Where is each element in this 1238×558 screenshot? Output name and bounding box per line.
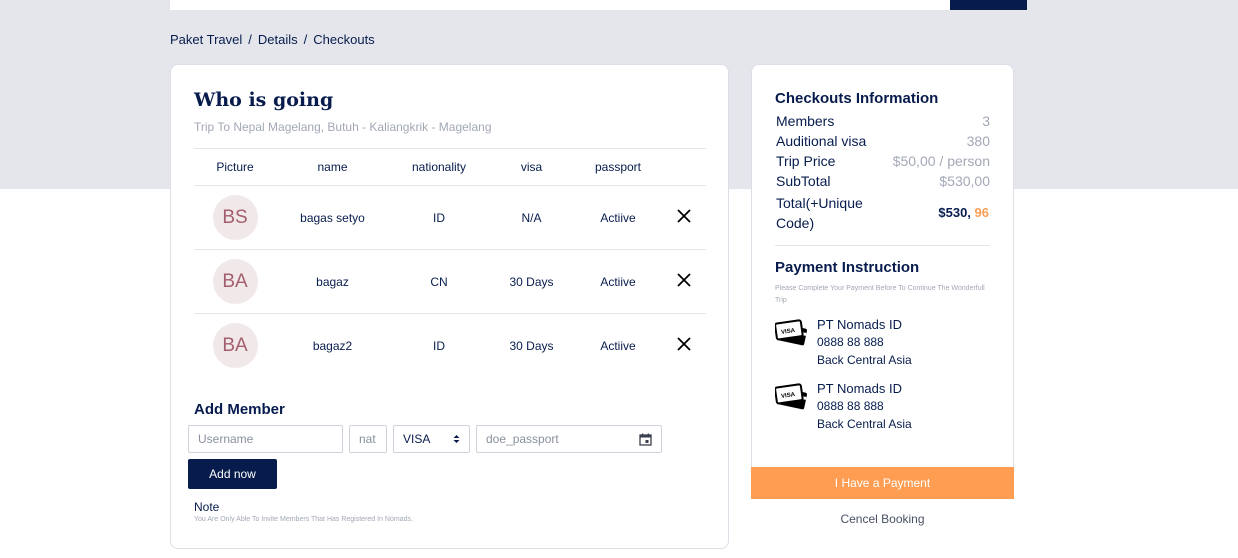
member-nationality: CN (389, 249, 489, 314)
who-is-going-card: Who is going Trip To Nepal Magelang, But… (170, 64, 729, 549)
column-header-actions (662, 148, 706, 186)
checkout-information-card: Checkouts Information Members 3 Audition… (751, 64, 1014, 498)
i-have-payment-button[interactable]: I Have a Payment (751, 467, 1014, 499)
visa-select[interactable]: VISA (393, 425, 470, 453)
bank-name: PT Nomads ID (817, 317, 903, 332)
breadcrumb-separator: / (303, 32, 308, 47)
total-unique-code: 96 (974, 205, 989, 220)
member-nationality: ID (433, 338, 445, 353)
info-row-visa: Auditional visa 380 (776, 133, 990, 149)
info-value: $50,00 / person (892, 153, 990, 169)
breadcrumb: Paket Travel / Details / Checkouts (170, 32, 375, 47)
member-passport: Actiive (600, 338, 636, 353)
breadcrumb-item-details[interactable]: Details (258, 32, 298, 47)
add-now-button[interactable]: Add now (188, 459, 277, 489)
info-row-subtotal: SubTotal $530,00 (776, 173, 990, 189)
member-name: bagas setyo (276, 185, 389, 250)
bank-name: PT Nomads ID (817, 381, 903, 396)
column-header-picture: Picture (194, 148, 276, 186)
info-label: Trip Price (776, 153, 836, 169)
cancel-booking-link[interactable]: Cencel Booking (751, 512, 1014, 526)
info-label: Members (776, 113, 835, 129)
credit-card-icon: VISA (775, 319, 807, 346)
member-name: bagaz2 (312, 338, 353, 353)
breadcrumb-item-paket-travel[interactable]: Paket Travel (170, 32, 242, 47)
info-value: 3 (982, 113, 990, 129)
table-header-row: Picture name nationality visa passport (194, 148, 706, 186)
member-visa: N/A (489, 185, 574, 250)
info-label: Auditional visa (776, 133, 867, 149)
close-icon[interactable] (677, 273, 691, 287)
column-header-name: name (276, 148, 389, 186)
table-row: BA bagaz CN 30 Days Actiive (194, 249, 706, 314)
info-value: 380 (966, 133, 990, 149)
page-title: Who is going (194, 89, 334, 111)
member-visa: 30 Days (509, 338, 554, 353)
bank-account: VISA PT Nomads ID 0888 88 888 Back Centr… (775, 381, 995, 437)
avatar: BS (212, 195, 258, 240)
column-header-passport: passport (574, 148, 662, 186)
members-table: Picture name nationality visa passport B… (194, 148, 706, 378)
info-label: SubTotal (776, 173, 831, 189)
column-header-nationality: nationality (389, 148, 489, 186)
payment-instruction-title: Payment Instruction (775, 259, 920, 276)
visa-select-value: VISA (403, 432, 431, 446)
avatar: BA (212, 323, 258, 369)
passport-placeholder: doe_passport (486, 432, 559, 446)
column-header-visa: visa (489, 148, 574, 186)
bank-account: VISA PT Nomads ID 0888 88 888 Back Centr… (775, 317, 995, 373)
divider (775, 245, 990, 246)
total-value: $530, 96 (938, 205, 989, 220)
trip-subtitle: Trip To Nepal Magelang, Butuh - Kaliangk… (194, 120, 492, 134)
select-arrows-icon (453, 435, 460, 443)
payment-description: Please Complete Your Payment Before To C… (775, 285, 985, 304)
note-title: Note (194, 500, 220, 514)
member-visa: 30 Days (489, 249, 574, 314)
bank-branch: Back Central Asia (817, 417, 912, 431)
bank-number: 0888 88 888 (817, 335, 884, 349)
passport-date-input[interactable]: doe_passport (476, 425, 662, 453)
member-nationality: ID (389, 185, 489, 250)
top-bar-strip (170, 0, 950, 10)
nationality-input[interactable]: nat (349, 425, 387, 453)
checkout-title: Checkouts Information (775, 90, 939, 107)
bank-number: 0888 88 888 (817, 399, 884, 413)
close-icon[interactable] (677, 209, 691, 223)
close-icon[interactable] (677, 337, 691, 351)
info-row-trip-price: Trip Price $50,00 / person (776, 153, 990, 169)
member-name: bagaz (276, 249, 389, 314)
table-row: BS bagas setyo ID N/A Actiive (194, 185, 706, 250)
breadcrumb-separator: / (248, 32, 252, 47)
note-text: You Are Only Able To Invite Members That… (194, 516, 413, 523)
credit-card-icon: VISA (775, 383, 807, 410)
calendar-icon[interactable] (639, 433, 652, 446)
member-passport: Actiive (574, 249, 662, 314)
info-row-members: Members 3 (776, 113, 990, 129)
total-main: $530, (938, 205, 975, 220)
bank-branch: Back Central Asia (817, 353, 912, 367)
info-value: $530,00 (939, 173, 990, 189)
add-member-title: Add Member (194, 401, 285, 418)
breadcrumb-item-checkouts: Checkouts (313, 32, 375, 47)
username-input[interactable]: Username (188, 425, 343, 453)
total-label: Total(+Unique Code) (776, 195, 863, 231)
member-passport: Actiive (574, 185, 662, 250)
top-bar-button[interactable] (950, 0, 1027, 10)
table-row: BA bagaz2 ID 30 Days Actiive (194, 314, 706, 378)
avatar: BA (212, 259, 258, 304)
